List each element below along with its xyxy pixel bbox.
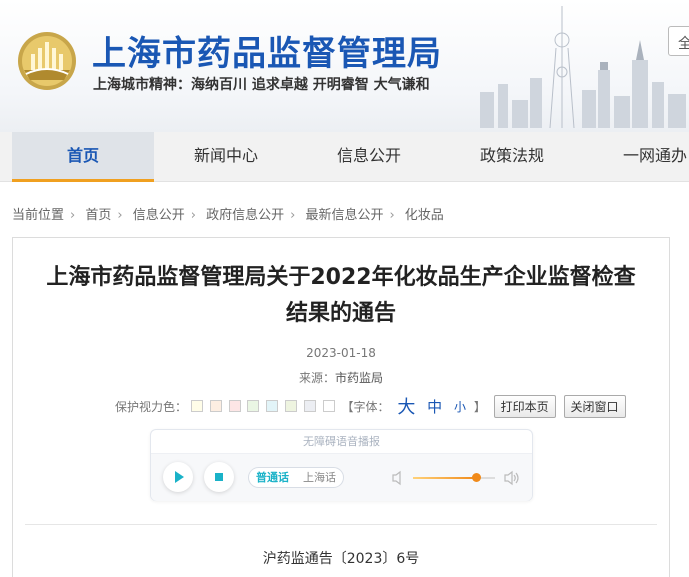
breadcrumb-separator: ›	[190, 208, 196, 223]
breadcrumb-label: 当前位置	[12, 208, 65, 223]
reading-tools: 保护视力色： 【字体： 大 中 小 】 打印本页 关闭窗口	[115, 393, 626, 418]
play-icon	[175, 471, 184, 483]
font-size-small[interactable]: 小	[454, 398, 466, 415]
article-title: 上海市药品监督管理局关于2022年化妆品生产企业监督检查 结果的通告	[13, 260, 669, 332]
print-button[interactable]: 打印本页	[493, 394, 556, 418]
shanghai-skyline-icon	[480, 6, 686, 129]
article-title-line-1: 上海市药品监督管理局关于2022年化妆品生产企业监督检查	[46, 265, 636, 290]
eye-color-swatch-6[interactable]	[284, 400, 297, 412]
nav-item-news[interactable]: 新闻中心	[155, 132, 297, 182]
nav-item-info-disclosure[interactable]: 信息公开	[298, 132, 440, 182]
main-nav: 首页 新闻中心 信息公开 政策法规 一网通办	[0, 132, 689, 182]
source-value: 市药监局	[335, 371, 384, 385]
eye-color-swatch-8[interactable]	[322, 400, 335, 412]
article-panel: 上海市药品监督管理局关于2022年化妆品生产企业监督检查 结果的通告 2023-…	[12, 237, 670, 577]
volume-slider-fill	[413, 477, 477, 479]
language-mandarin[interactable]: 普通话	[249, 468, 296, 487]
breadcrumb-separator: ›	[389, 208, 395, 223]
font-size-medium[interactable]: 中	[427, 396, 442, 417]
volume-low-icon[interactable]	[391, 469, 407, 487]
breadcrumb-item-cosmetics[interactable]: 化妆品	[405, 204, 444, 223]
player-controls: 普通话 上海话	[151, 454, 532, 501]
nav-item-policy[interactable]: 政策法规	[441, 132, 583, 182]
eye-color-swatch-1[interactable]	[190, 400, 203, 412]
breadcrumb-item-home[interactable]: 首页	[85, 204, 111, 223]
voice-language-toggle: 普通话 上海话	[248, 467, 344, 488]
eye-color-swatch-2[interactable]	[209, 400, 222, 412]
eye-color-swatch-5[interactable]	[266, 400, 279, 412]
language-switch-button[interactable]: 全	[668, 26, 689, 56]
eye-color-swatch-4[interactable]	[247, 400, 260, 412]
source-label: 来源：	[298, 371, 335, 385]
speech-player: 无障碍语音播报 普通话 上海话	[150, 429, 533, 501]
eye-color-label: 保护视力色：	[115, 399, 188, 414]
stop-button[interactable]	[204, 462, 234, 492]
article-date: 2023-01-18	[306, 346, 376, 360]
nav-item-online-service[interactable]: 一网通办	[584, 132, 689, 182]
breadcrumb: 当前位置 › 首页 › 信息公开 › 政府信息公开 › 最新信息公开 › 化妆品	[12, 204, 444, 223]
breadcrumb-item-latest[interactable]: 最新信息公开	[305, 204, 383, 223]
eye-color-swatch-7[interactable]	[303, 400, 316, 412]
volume-slider-handle[interactable]	[472, 473, 482, 482]
font-size-label: 【字体：	[341, 399, 390, 414]
eye-color-swatch-3[interactable]	[228, 400, 241, 412]
article-source: 来源：市药监局	[13, 369, 669, 386]
player-title: 无障碍语音播报	[151, 430, 532, 454]
content-divider	[25, 524, 657, 525]
breadcrumb-item-gov-info[interactable]: 政府信息公开	[206, 204, 284, 223]
fda-emblem-icon[interactable]	[14, 30, 80, 92]
breadcrumb-separator: ›	[290, 208, 296, 223]
close-window-button[interactable]: 关闭窗口	[563, 394, 626, 418]
breadcrumb-separator: ›	[70, 208, 76, 223]
breadcrumb-separator: ›	[117, 208, 123, 223]
site-motto: 上海城市精神：海纳百川 追求卓越 开明睿智 大气谦和	[93, 77, 430, 93]
document-number: 沪药监通告〔2023〕6号	[262, 551, 420, 567]
nav-item-home[interactable]: 首页	[12, 132, 154, 182]
language-shanghainese[interactable]: 上海话	[296, 468, 343, 487]
font-size-close: 】	[473, 399, 486, 414]
play-button[interactable]	[163, 462, 193, 492]
volume-high-icon[interactable]	[503, 469, 521, 487]
site-header: 上海市药品监督管理局 上海城市精神：海纳百川 追求卓越 开明睿智 大气谦和 全	[0, 0, 689, 132]
breadcrumb-item-info[interactable]: 信息公开	[133, 204, 185, 223]
site-title[interactable]: 上海市药品监督管理局	[92, 26, 442, 75]
stop-icon	[215, 473, 223, 481]
article-title-line-2: 结果的通告	[285, 301, 396, 326]
font-size-large[interactable]: 大	[397, 393, 415, 419]
